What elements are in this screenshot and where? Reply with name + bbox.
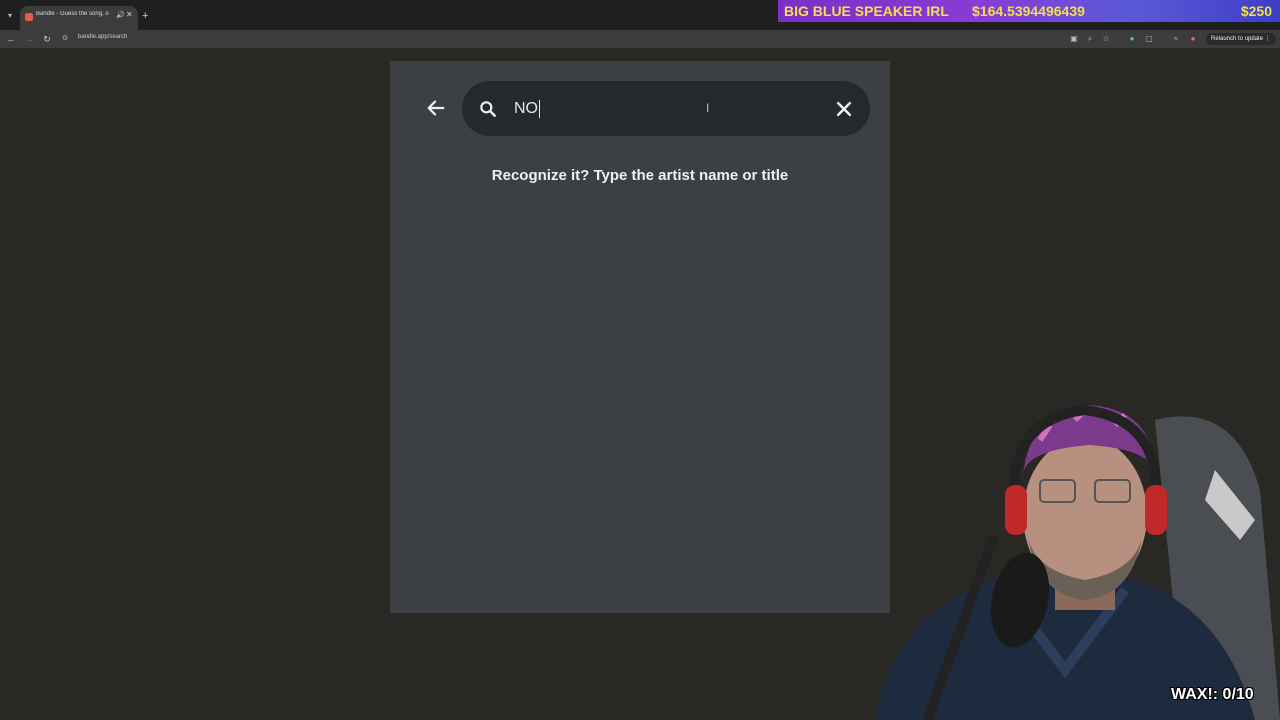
- browser-toolbar: ← → ↻ ⚙ bandle.app/search ▣ ⌕ ☆ ● ▢ ≈ ● …: [0, 30, 1280, 48]
- app-panel: NO I Recognize it? Type the artist name …: [390, 61, 890, 613]
- star-icon[interactable]: ☆: [1100, 32, 1112, 46]
- search-input[interactable]: NO: [514, 100, 540, 118]
- zoom-icon[interactable]: ⌕: [1084, 32, 1096, 46]
- extension-icon[interactable]: ▢: [1143, 32, 1155, 46]
- extension-icon[interactable]: ≈: [1170, 32, 1182, 46]
- goal-amount: $164.5394496439: [972, 3, 1085, 19]
- mouse-cursor: I: [706, 101, 710, 115]
- extension-icon[interactable]: ●: [1126, 32, 1138, 46]
- score-overlay: WAX!: 0/10: [1171, 686, 1254, 703]
- relaunch-button[interactable]: Relaunch to update ⋮: [1206, 33, 1276, 45]
- extension-icon[interactable]: ●: [1187, 32, 1199, 46]
- search-prompt: Recognize it? Type the artist name or ti…: [491, 167, 789, 184]
- site-info-icon[interactable]: ⚙: [62, 32, 74, 46]
- back-icon[interactable]: ←: [4, 32, 18, 46]
- search-bar[interactable]: NO I: [462, 81, 870, 136]
- browser-tab[interactable]: Bandle - Guess the song, o 🔊 ✕: [20, 6, 138, 30]
- forward-icon[interactable]: →: [22, 32, 36, 46]
- search-icon: [480, 101, 496, 117]
- goal-title: BIG BLUE SPEAKER IRL: [784, 3, 949, 19]
- reload-icon[interactable]: ↻: [40, 32, 54, 46]
- stream-goal-banner: BIG BLUE SPEAKER IRL $164.5394496439 $25…: [778, 0, 1280, 22]
- favicon-icon: [25, 13, 33, 21]
- chevron-down-icon[interactable]: ▾: [4, 10, 16, 22]
- goal-target: $250: [1240, 3, 1272, 19]
- audio-icon[interactable]: 🔊: [116, 11, 125, 19]
- close-icon[interactable]: ✕: [126, 10, 133, 19]
- relaunch-label: Relaunch to update: [1211, 36, 1264, 42]
- address-bar[interactable]: bandle.app/search: [78, 34, 127, 40]
- search-input-value: NO: [514, 100, 538, 118]
- plus-icon[interactable]: +: [142, 10, 148, 22]
- arrow-left-icon[interactable]: [425, 97, 447, 119]
- clear-icon[interactable]: [834, 99, 854, 119]
- text-caret: [539, 100, 540, 118]
- screen-icon[interactable]: ▣: [1068, 32, 1080, 46]
- webcam-overlay: [875, 404, 1280, 720]
- tab-title: Bandle - Guess the song, o: [36, 11, 109, 17]
